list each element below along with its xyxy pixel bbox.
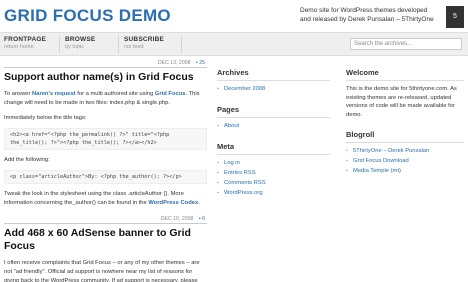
blogroll-link[interactable]: 5ThirtyOne – Derek Punsalan xyxy=(346,146,464,156)
archive-link[interactable]: December 2008 xyxy=(217,84,330,94)
blogroll-link[interactable]: Media Temple (mt) xyxy=(346,166,464,176)
post-title[interactable]: Add 468 x 60 AdSense banner to Grid Focu… xyxy=(4,227,207,253)
comments-link[interactable]: ▪ 6 xyxy=(199,216,205,222)
site-description: Demo site for WordPress themes developed… xyxy=(300,7,434,23)
meta-link-login[interactable]: Log in xyxy=(217,158,330,168)
grid-focus-link[interactable]: Grid Focus xyxy=(155,91,186,97)
welcome-text: This is the demo site for 5thirtyone.com… xyxy=(346,86,457,118)
sidebar-right: Welcome This is the demo site for 5thirt… xyxy=(346,60,464,176)
post-date: DEC 10, 2008 xyxy=(160,216,194,222)
widget-title-archives: Archives xyxy=(217,60,330,81)
text-fragment: for a multi authored site using xyxy=(75,91,155,97)
widget-title-meta: Meta xyxy=(217,131,330,155)
nav-subscribe-sub: rss feed xyxy=(124,44,144,50)
search-input[interactable]: Search the archives... xyxy=(350,38,462,50)
widget-title-pages: Pages xyxy=(217,94,330,118)
post-paragraph: Add the following: xyxy=(4,157,50,163)
comment-count: 25 xyxy=(199,60,205,66)
post: DEC 13, 2008 ▪ 25 Support author name(s)… xyxy=(4,60,207,208)
nav-subscribe[interactable]: SUBSCRIBE rss feed xyxy=(120,36,182,53)
nav-browse[interactable]: BROWSE by topic xyxy=(61,36,119,53)
main-content: DEC 13, 2008 ▪ 25 Support author name(s)… xyxy=(4,60,207,282)
nav-browse-label: BROWSE xyxy=(65,36,96,43)
pages-list: About xyxy=(217,121,330,131)
widget-title-blogroll: Blogroll xyxy=(346,119,464,143)
post-meta: DEC 10, 2008 ▪ 6 xyxy=(4,216,207,224)
nav-subscribe-label: SUBSCRIBE xyxy=(124,36,165,43)
comments-link[interactable]: ▪ 25 xyxy=(196,60,205,66)
nav-frontpage[interactable]: FRONTPAGE return home xyxy=(0,36,60,53)
post-paragraph: Tweak the look in the stylesheet using t… xyxy=(4,190,207,208)
blogroll-list: 5ThirtyOne – Derek Punsalan Grid Focus D… xyxy=(346,146,464,176)
meta-link-wordpress[interactable]: WordPress.org xyxy=(217,188,330,198)
code-block: <h2><a href="<?php the_permalink() ?>" t… xyxy=(4,128,207,150)
code-block: <p class="articleAuthor">By: <?php the_a… xyxy=(4,170,207,184)
comment-count: 6 xyxy=(202,216,205,222)
text-fragment: . xyxy=(198,200,200,206)
nav-frontpage-label: FRONTPAGE xyxy=(4,36,47,43)
wordpress-codex-link[interactable]: WordPress Codex xyxy=(148,200,198,206)
widget-title-welcome: Welcome xyxy=(346,60,464,81)
post-paragraph: Immediately below the title tags: xyxy=(4,115,87,121)
sidebar-middle: Archives December 2008 Pages About Meta … xyxy=(217,60,330,198)
meta-link-comments-rss[interactable]: Comments RSS xyxy=(217,178,330,188)
rss-feed-icon[interactable]: 5 xyxy=(446,6,464,28)
nav-frontpage-sub: return home xyxy=(4,44,34,50)
post: DEC 10, 2008 ▪ 6 Add 468 x 60 AdSense ba… xyxy=(4,216,207,282)
naren-request-link[interactable]: Naren's request xyxy=(32,91,76,97)
post-paragraph: I often receive complaints that Grid Foc… xyxy=(4,260,200,282)
meta-list: Log in Entries RSS Comments RSS WordPres… xyxy=(217,158,330,198)
post-date: DEC 13, 2008 xyxy=(157,60,191,66)
blogroll-link[interactable]: Grid Focus Download xyxy=(346,156,464,166)
nav-browse-sub: by topic xyxy=(65,44,84,50)
page-link-about[interactable]: About xyxy=(217,121,330,131)
post-paragraph: To answer Naren's request for a multi au… xyxy=(4,90,207,108)
meta-link-entries-rss[interactable]: Entries RSS xyxy=(217,168,330,178)
archives-list: December 2008 xyxy=(217,84,330,94)
post-meta: DEC 13, 2008 ▪ 25 xyxy=(4,60,207,68)
text-fragment: To answer xyxy=(4,91,33,97)
site-title[interactable]: GRID FOCUS DEMO xyxy=(4,6,171,26)
site-header: GRID FOCUS DEMO Demo site for WordPress … xyxy=(0,0,468,33)
post-title[interactable]: Support author name(s) in Grid Focus xyxy=(4,71,207,84)
